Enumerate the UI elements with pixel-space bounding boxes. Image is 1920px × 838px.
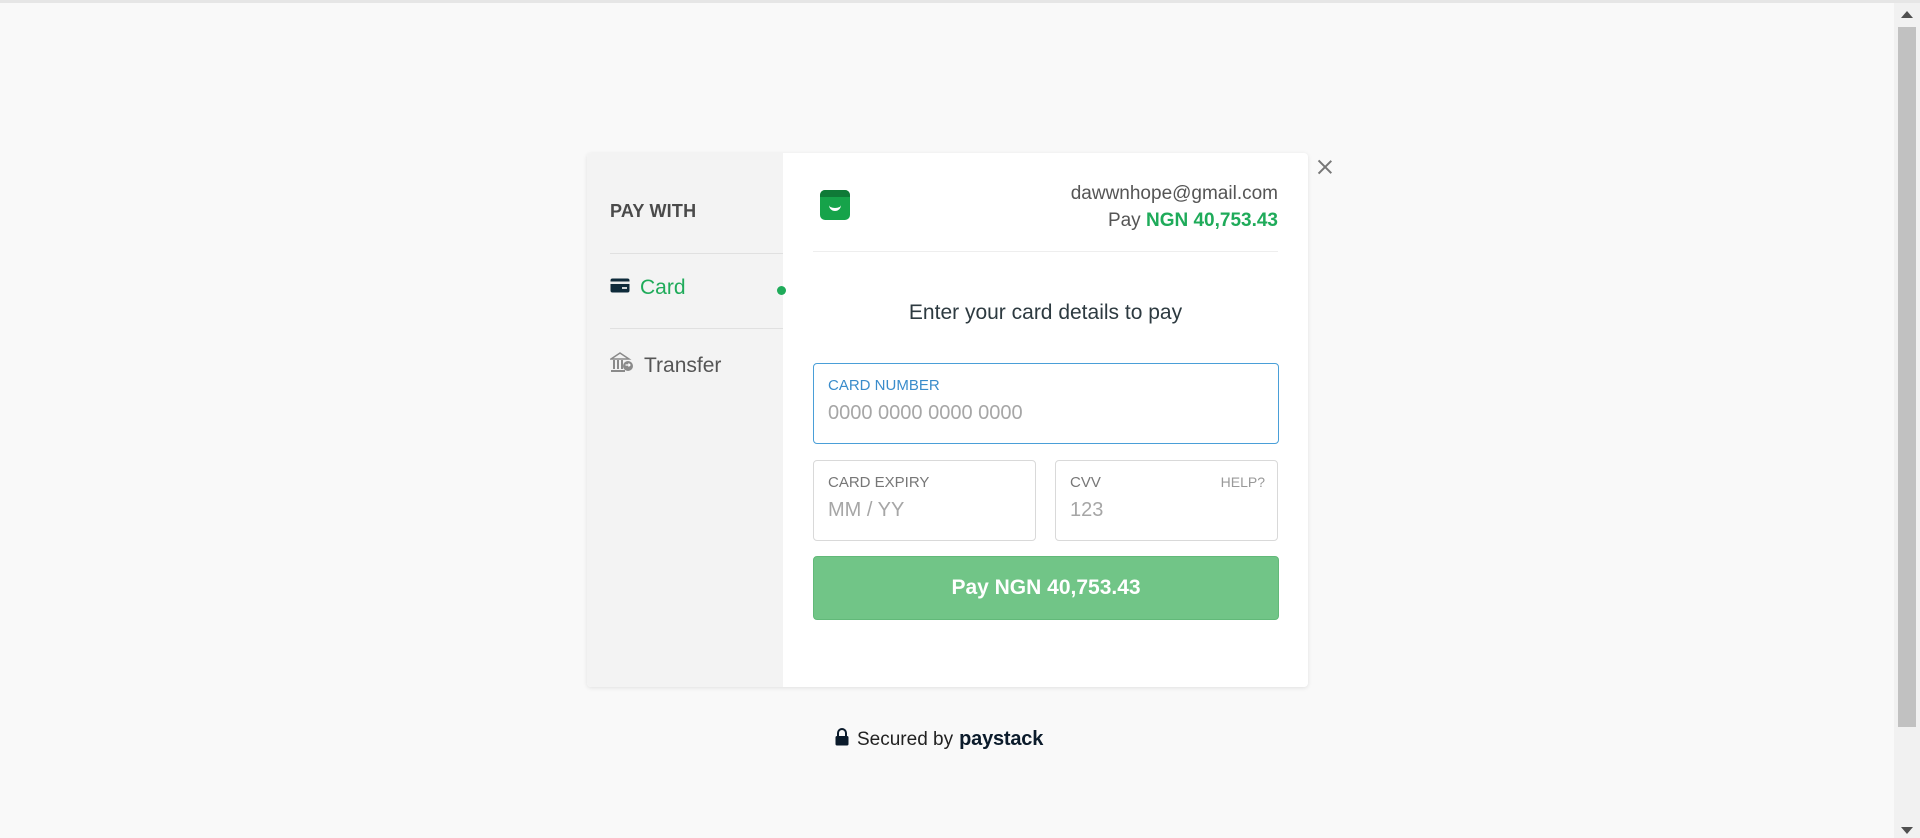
close-icon[interactable] <box>1316 158 1334 176</box>
pay-amount: NGN 40,753.43 <box>1145 210 1278 231</box>
secured-text: Secured by <box>857 728 954 750</box>
card-number-field[interactable]: CARD NUMBER <box>813 363 1279 444</box>
lock-icon <box>835 728 849 751</box>
sidebar-item-transfer[interactable]: Transfer <box>608 352 722 379</box>
sidebar-item-card[interactable]: Card <box>610 276 686 300</box>
scrollbar-thumb[interactable] <box>1898 27 1916 727</box>
card-number-label: CARD NUMBER <box>828 377 940 394</box>
cvv-help-link[interactable]: HELP? <box>1221 474 1265 490</box>
payment-modal: PAY WITH Card Transfer dawwnhope@gmail.c… <box>587 153 1308 687</box>
sidebar-item-label: Card <box>640 276 686 299</box>
sidebar-divider <box>610 328 783 329</box>
secured-by-footer: Secured by paystack <box>835 728 1043 751</box>
card-expiry-field[interactable]: CARD EXPIRY <box>813 460 1036 541</box>
card-expiry-input[interactable] <box>828 499 1021 522</box>
customer-email: dawwnhope@gmail.com <box>1070 183 1278 204</box>
payment-form-panel: dawwnhope@gmail.com Pay NGN 40,753.43 En… <box>783 153 1308 687</box>
paystack-logo[interactable]: paystack <box>959 728 1043 751</box>
bank-transfer-icon <box>608 352 634 379</box>
merchant-logo-icon <box>820 190 850 220</box>
form-instruction: Enter your card details to pay <box>908 301 1183 324</box>
top-border <box>0 0 1920 3</box>
card-number-input[interactable] <box>828 402 1264 425</box>
sidebar-item-label: Transfer <box>644 353 722 377</box>
scroll-down-arrow-icon[interactable] <box>1901 827 1913 834</box>
pay-prefix: Pay <box>1107 210 1141 231</box>
cvv-field[interactable]: CVV HELP? <box>1055 460 1278 541</box>
payment-method-sidebar: PAY WITH Card Transfer <box>587 153 786 687</box>
cvv-label: CVV <box>1070 474 1101 491</box>
cvv-input[interactable] <box>1070 499 1263 522</box>
pay-amount-line: Pay NGN 40,753.43 <box>1108 210 1278 232</box>
card-icon <box>610 278 630 298</box>
card-expiry-label: CARD EXPIRY <box>828 474 930 491</box>
page-scrollbar[interactable] <box>1894 3 1920 838</box>
header-divider <box>813 251 1278 252</box>
sidebar-title: PAY WITH <box>610 201 697 221</box>
scroll-up-arrow-icon[interactable] <box>1901 11 1913 18</box>
pay-button[interactable]: Pay NGN 40,753.43 <box>813 556 1279 620</box>
sidebar-divider <box>610 253 783 254</box>
